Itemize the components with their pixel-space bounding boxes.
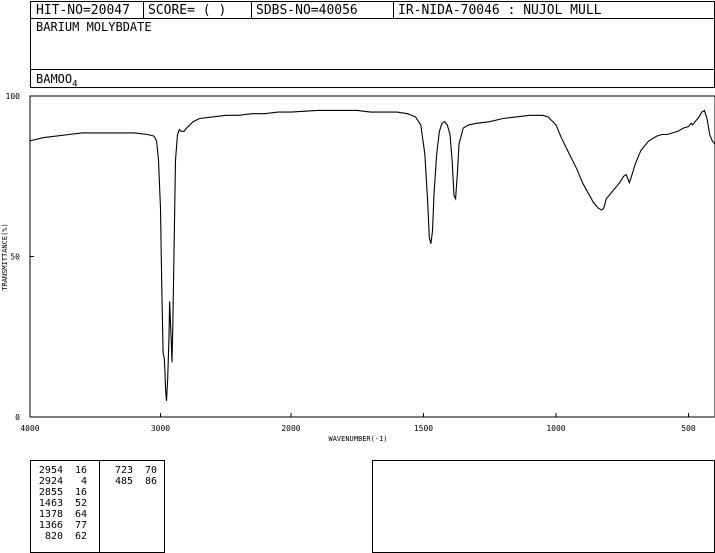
peak-transmittance: 52 <box>74 498 87 509</box>
peak-list-column-2: 723 70 485 86 <box>105 465 157 487</box>
peak-row: 820 62 <box>35 531 87 542</box>
peak-transmittance: 16 <box>74 487 87 498</box>
peak-transmittance: 70 <box>144 465 157 476</box>
peak-transmittance: 86 <box>144 476 157 487</box>
peak-wavenumber: 2924 <box>38 476 63 487</box>
peak-row: 723 70 <box>105 465 157 476</box>
peak-wavenumber: 1366 <box>38 520 63 531</box>
spectrum-series-line <box>29 109 715 401</box>
y-axis-label: TRANSMITTANCE(%) <box>1 223 9 290</box>
peak-wavenumber: 2954 <box>38 465 63 476</box>
x-tick-label: 2000 <box>281 424 300 433</box>
peak-wavenumber: 485 <box>114 476 133 487</box>
peak-transmittance: 16 <box>74 465 87 476</box>
y-tick-label: 0 <box>15 413 20 422</box>
comment-box <box>372 460 715 553</box>
peak-row: 1366 77 <box>35 520 87 531</box>
peak-row: 2855 16 <box>35 487 87 498</box>
peak-table: 2954 16 2924 4 2855 16 1463 52 1378 64 1366 77 820 62… <box>30 460 165 553</box>
peak-row: 485 86 <box>105 476 157 487</box>
peak-wavenumber: 2855 <box>38 487 63 498</box>
peak-transmittance: 4 <box>80 476 87 487</box>
y-tick-label: 50 <box>10 253 20 262</box>
peak-transmittance: 77 <box>74 520 87 531</box>
peak-wavenumber: 723 <box>114 465 133 476</box>
peak-row: 1463 52 <box>35 498 87 509</box>
x-tick-label: 4000 <box>20 424 39 433</box>
peak-list-column-1: 2954 16 2924 4 2855 16 1463 52 1378 64 1366 77 820 62 <box>35 465 87 542</box>
peak-row: 2954 16 <box>35 465 87 476</box>
y-tick-label: 100 <box>6 92 21 101</box>
peak-row: 2924 4 <box>35 476 87 487</box>
peak-wavenumber: 1463 <box>38 498 63 509</box>
x-axis-label: WAVENUMBER(-1) <box>328 435 387 443</box>
plot-frame <box>29 95 715 418</box>
peak-transmittance: 62 <box>74 531 87 542</box>
peak-transmittance: 64 <box>74 509 87 520</box>
ir-spectrum-chart: 4000 3000 2000 1500 1000 500 0 50 100 WAVENUMBE… <box>1 92 715 443</box>
x-axis-ticks: 4000 3000 2000 1500 1000 500 <box>20 413 696 433</box>
x-tick-label: 1000 <box>546 424 565 433</box>
x-tick-label: 1500 <box>414 424 433 433</box>
peak-row: 1378 64 <box>35 509 87 520</box>
x-tick-label: 500 <box>681 424 696 433</box>
x-tick-label: 3000 <box>151 424 170 433</box>
peak-wavenumber: 1378 <box>38 509 63 520</box>
peak-wavenumber: 820 <box>44 531 63 542</box>
peak-table-divider <box>99 461 100 552</box>
